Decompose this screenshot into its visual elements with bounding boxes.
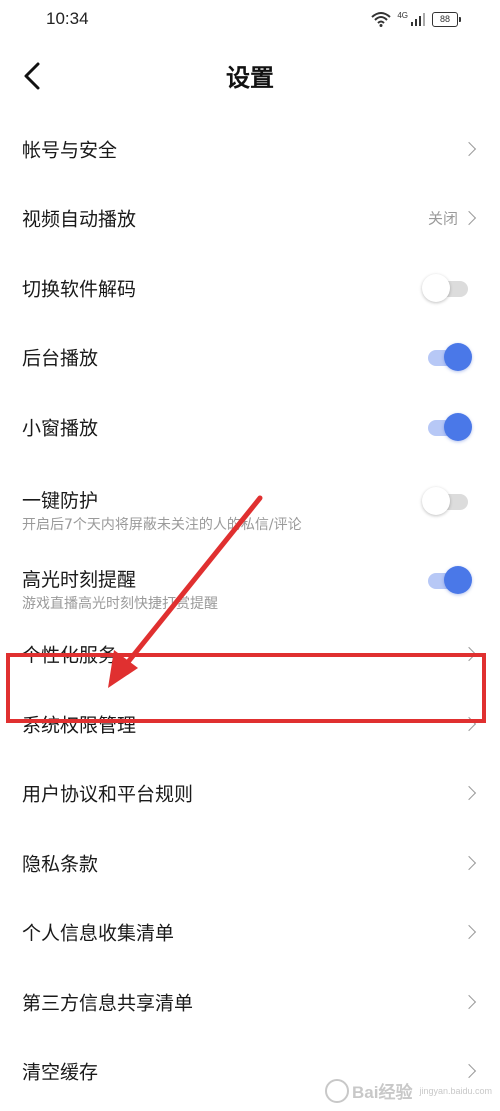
row-value: 关闭 xyxy=(427,209,458,228)
chevron-right-icon xyxy=(461,1064,477,1079)
row-video-autoplay[interactable]: 视频自动播放 关闭 xyxy=(0,184,500,254)
watermark-text: Bai经验 xyxy=(351,1083,413,1102)
row-label: 第三方信息共享清单 xyxy=(22,992,194,1015)
software-decode-toggle[interactable] xyxy=(422,273,470,302)
chevron-right-icon xyxy=(461,786,477,801)
row-software-decode: 切换软件解码 xyxy=(0,253,500,323)
row-permission-management[interactable]: 系统权限管理 xyxy=(0,689,500,759)
row-background-play: 后台播放 xyxy=(0,323,500,393)
row-label: 个性化服务 xyxy=(22,644,118,667)
highlight-reminder-toggle[interactable] xyxy=(426,566,472,594)
status-bar: 10:34 4G 88 xyxy=(0,0,500,40)
row-label: 小窗播放 xyxy=(22,417,99,440)
chevron-right-icon xyxy=(461,211,477,226)
row-subtitle: 游戏直播高光时刻快捷打赏提醒 xyxy=(22,595,218,612)
row-subtitle: 开启后7个天内将屏蔽未关注的人的私信/评论 xyxy=(22,516,302,533)
row-label: 高光时刻提醒 xyxy=(22,568,137,591)
status-icons: 4G 88 xyxy=(371,9,461,29)
status-time: 10:34 xyxy=(46,9,89,28)
network-type-label: 4G xyxy=(397,10,408,20)
row-label: 帐号与安全 xyxy=(22,139,118,162)
row-user-agreement[interactable]: 用户协议和平台规则 xyxy=(0,759,500,829)
wifi-icon xyxy=(371,12,391,27)
row-personal-info-list[interactable]: 个人信息收集清单 xyxy=(0,898,500,968)
row-label: 个人信息收集清单 xyxy=(22,922,175,945)
row-one-key-protection: 一键防护 开启后7个天内将屏蔽未关注的人的私信/评论 xyxy=(0,462,500,541)
row-label: 系统权限管理 xyxy=(22,714,137,737)
row-mini-window: 小窗播放 xyxy=(0,392,500,462)
row-third-party-sharing[interactable]: 第三方信息共享清单 xyxy=(0,967,500,1037)
row-account-security[interactable]: 帐号与安全 xyxy=(0,114,500,184)
row-privacy-terms[interactable]: 隐私条款 xyxy=(0,828,500,898)
settings-list: 帐号与安全 视频自动播放 关闭 切换软件解码 后台播放 小窗播放 一键防护 开启… xyxy=(0,114,500,1106)
paw-logo-icon xyxy=(324,1078,349,1103)
watermark-sub: jingyan.baidu.com xyxy=(419,1085,492,1096)
row-label: 用户协议和平台规则 xyxy=(22,783,194,806)
row-label: 视频自动播放 xyxy=(22,208,137,231)
chevron-right-icon xyxy=(461,925,477,940)
row-label: 切换软件解码 xyxy=(22,278,137,301)
background-play-toggle[interactable] xyxy=(426,343,472,372)
nav-bar: 设置 xyxy=(0,40,500,112)
row-label: 后台播放 xyxy=(22,347,99,370)
row-label: 一键防护 xyxy=(22,489,99,512)
row-label: 隐私条款 xyxy=(22,853,99,876)
watermark: Bai经验 jingyan.baidu.com xyxy=(324,1078,492,1103)
chevron-right-icon xyxy=(461,647,477,662)
chevron-right-icon xyxy=(461,141,477,156)
one-key-protection-toggle[interactable] xyxy=(422,487,470,515)
signal-icon xyxy=(411,13,425,26)
row-label: 清空缓存 xyxy=(22,1061,99,1084)
chevron-right-icon xyxy=(461,994,477,1009)
battery-icon: 88 xyxy=(432,11,461,27)
row-personalized-service[interactable]: 个性化服务 xyxy=(0,620,500,690)
mini-window-toggle[interactable] xyxy=(426,412,472,441)
chevron-right-icon xyxy=(461,716,477,731)
row-highlight-reminder: 高光时刻提醒 游戏直播高光时刻快捷打赏提醒 xyxy=(0,541,500,620)
chevron-right-icon xyxy=(461,855,477,870)
page-title: 设置 xyxy=(226,64,274,92)
